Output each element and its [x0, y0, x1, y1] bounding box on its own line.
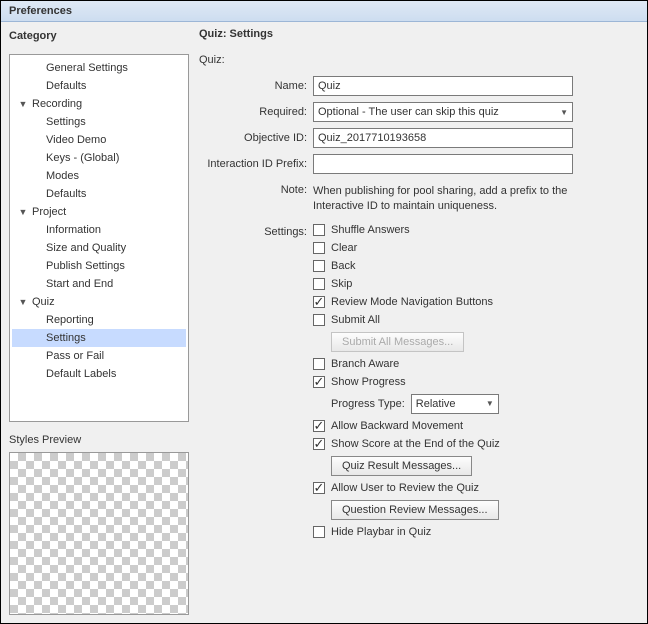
- tree-item-size-quality[interactable]: Size and Quality: [12, 239, 186, 257]
- tree-item-modes[interactable]: Modes: [12, 167, 186, 185]
- skip-checkbox[interactable]: Skip: [313, 278, 500, 290]
- tree-item-general-settings[interactable]: ▶General Settings: [12, 59, 186, 77]
- quiz-result-messages-button[interactable]: Quiz Result Messages...: [331, 456, 472, 476]
- tree-item-quiz-settings[interactable]: Settings: [12, 329, 186, 347]
- branch-aware-checkbox[interactable]: Branch Aware: [313, 358, 500, 370]
- tree-item-publish-settings[interactable]: Publish Settings: [12, 257, 186, 275]
- objective-label: Objective ID:: [199, 132, 307, 144]
- tree-item-default-labels[interactable]: Default Labels: [12, 365, 186, 383]
- progress-type-label: Progress Type:: [331, 398, 405, 410]
- clear-checkbox[interactable]: Clear: [313, 242, 500, 254]
- sidebar: Category ▶General Settings ▶Defaults ▼Re…: [9, 28, 189, 615]
- tree-item-pass-fail[interactable]: Pass or Fail: [12, 347, 186, 365]
- name-label: Name:: [199, 80, 307, 92]
- submit-all-messages-button: Submit All Messages...: [331, 332, 464, 352]
- chevron-down-icon[interactable]: ▼: [16, 99, 30, 109]
- chevron-down-icon[interactable]: ▼: [16, 297, 30, 307]
- category-heading: Category: [9, 28, 189, 48]
- allow-review-checkbox[interactable]: Allow User to Review the Quiz: [313, 482, 500, 494]
- required-select[interactable]: Optional - The user can skip this quiz ▼: [313, 102, 573, 122]
- required-label: Required:: [199, 106, 307, 118]
- settings-heading: Settings:: [199, 224, 307, 538]
- window-title: Preferences: [1, 1, 647, 22]
- settings-panel: Quiz: Settings Quiz: Name: Required: Opt…: [199, 28, 639, 615]
- allow-backward-checkbox[interactable]: Allow Backward Movement: [313, 420, 500, 432]
- tree-item-quiz[interactable]: ▼Quiz: [12, 293, 186, 311]
- question-review-messages-button[interactable]: Question Review Messages...: [331, 500, 499, 520]
- back-checkbox[interactable]: Back: [313, 260, 500, 272]
- name-input[interactable]: [313, 76, 573, 96]
- tree-item-video-demo[interactable]: Video Demo: [12, 131, 186, 149]
- required-value: Optional - The user can skip this quiz: [318, 106, 499, 118]
- tree-item-project[interactable]: ▼Project: [12, 203, 186, 221]
- tree-item-keys-global[interactable]: Keys - (Global): [12, 149, 186, 167]
- quiz-heading: Quiz:: [199, 50, 639, 74]
- page-title: Quiz: Settings: [199, 28, 639, 50]
- tree-inner: ▶General Settings ▶Defaults ▼Recording S…: [10, 55, 188, 387]
- styles-preview: [9, 452, 189, 615]
- tree-item-reporting[interactable]: Reporting: [12, 311, 186, 329]
- chevron-down-icon: ▼: [486, 399, 494, 408]
- note-label: Note:: [199, 184, 307, 214]
- objective-id-input[interactable]: [313, 128, 573, 148]
- content-area: Category ▶General Settings ▶Defaults ▼Re…: [1, 22, 647, 623]
- interaction-label: Interaction ID Prefix:: [199, 158, 307, 170]
- styles-preview-label: Styles Preview: [9, 428, 189, 446]
- show-progress-checkbox[interactable]: Show Progress: [313, 376, 500, 388]
- shuffle-answers-checkbox[interactable]: Shuffle Answers: [313, 224, 500, 236]
- hide-playbar-checkbox[interactable]: Hide Playbar in Quiz: [313, 526, 500, 538]
- interaction-id-prefix-input[interactable]: [313, 154, 573, 174]
- note-text: When publishing for pool sharing, add a …: [313, 184, 573, 214]
- show-score-checkbox[interactable]: Show Score at the End of the Quiz: [313, 438, 500, 450]
- submit-all-checkbox[interactable]: Submit All: [313, 314, 500, 326]
- category-tree[interactable]: ▶General Settings ▶Defaults ▼Recording S…: [9, 54, 189, 422]
- tree-item-recording-settings[interactable]: Settings: [12, 113, 186, 131]
- progress-type-value: Relative: [416, 398, 456, 410]
- tree-item-recording-defaults[interactable]: Defaults: [12, 185, 186, 203]
- progress-type-select[interactable]: Relative ▼: [411, 394, 499, 414]
- settings-controls: Shuffle Answers Clear Back Skip Review M…: [313, 224, 500, 538]
- tree-item-start-end[interactable]: Start and End: [12, 275, 186, 293]
- tree-item-defaults[interactable]: ▶Defaults: [12, 77, 186, 95]
- tree-item-information[interactable]: Information: [12, 221, 186, 239]
- preferences-window: Preferences Category ▶General Settings ▶…: [1, 1, 647, 623]
- tree-item-recording[interactable]: ▼Recording: [12, 95, 186, 113]
- review-mode-nav-checkbox[interactable]: Review Mode Navigation Buttons: [313, 296, 500, 308]
- chevron-down-icon[interactable]: ▼: [16, 207, 30, 217]
- chevron-down-icon: ▼: [560, 108, 568, 117]
